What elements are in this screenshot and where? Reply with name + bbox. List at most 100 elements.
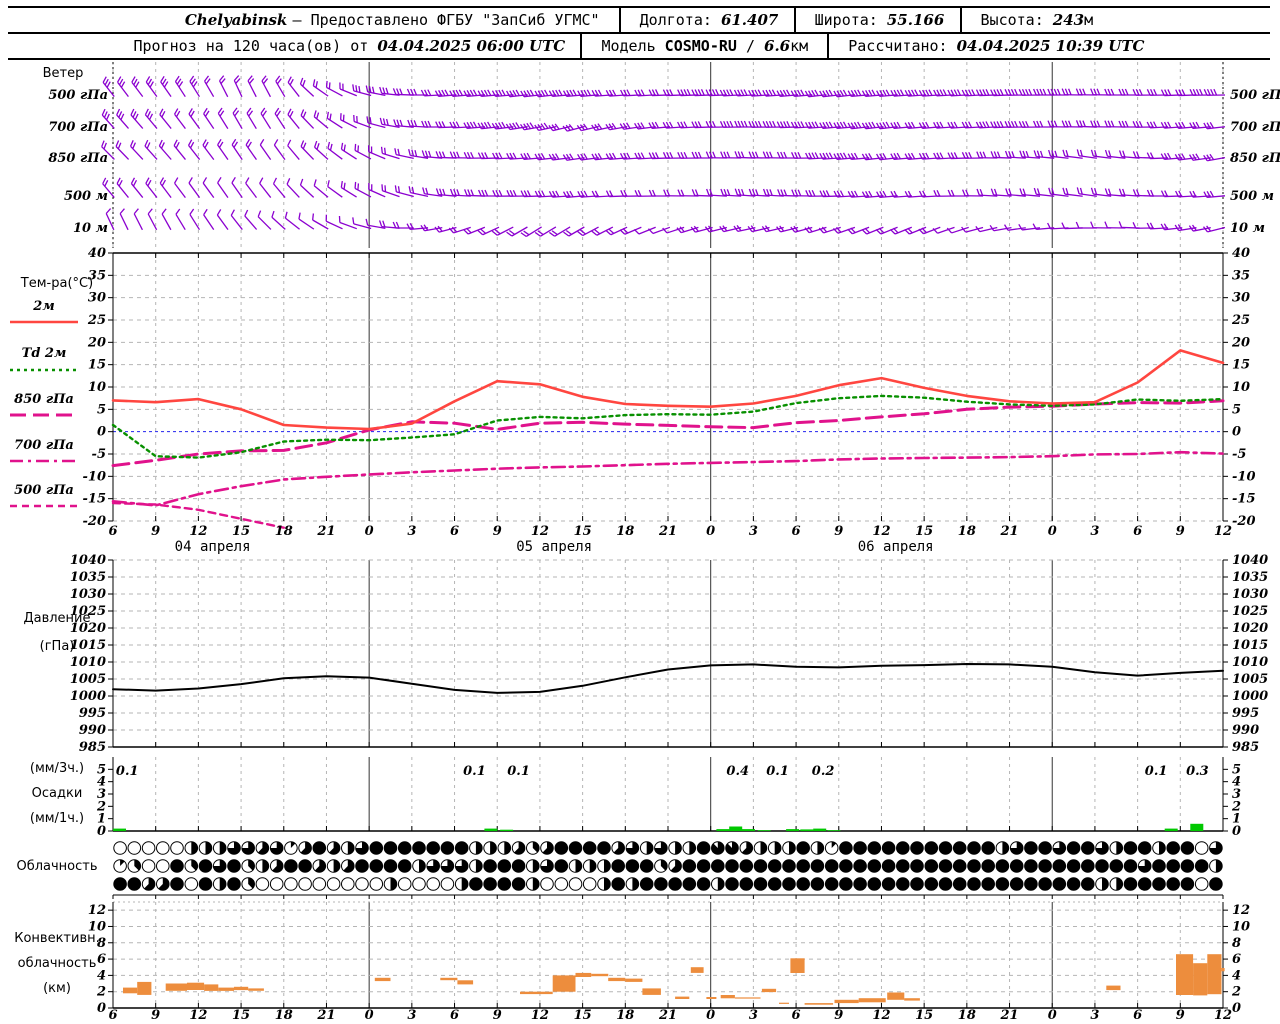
axis-label: 0 [97, 1001, 106, 1016]
axis-label: -20 [1232, 514, 1256, 529]
cloud-cover-symbol [440, 841, 455, 855]
convective-bar [204, 984, 219, 991]
axis-label: 15 [232, 1008, 250, 1023]
cloud-cover-symbol [1180, 859, 1195, 873]
convective-bar [123, 987, 138, 994]
axis-label: Облачность [16, 859, 97, 874]
axis-label: 6 [1133, 524, 1142, 539]
axis-label: 15 [88, 358, 106, 373]
axis-label: 3 [749, 1008, 758, 1023]
axis-label: 15 [574, 524, 592, 539]
cloud-cover-symbol [839, 859, 853, 873]
cloud-cover-symbol [810, 877, 825, 891]
cloud-cover-symbol [725, 877, 739, 891]
axis-label: 12 [88, 903, 106, 918]
axis-label: 700 гПа [48, 120, 108, 135]
axis-label: 6 [1133, 1008, 1142, 1023]
convective-bar [804, 1003, 834, 1005]
convective-bar [234, 986, 249, 991]
axis-label: -10 [83, 469, 107, 484]
axis-label: -5 [92, 447, 106, 462]
axis-label: 9 [493, 1008, 502, 1023]
axis-label: 10 [1232, 919, 1250, 934]
axis-label: 12 [1214, 1008, 1232, 1023]
axis-label: 1000 [1232, 689, 1268, 704]
axis-label: 700 гПа [14, 438, 74, 453]
axis-label: 1000 [70, 689, 106, 704]
cloud-cover-symbol [782, 877, 796, 891]
cloud-cover-symbol [995, 859, 1010, 873]
cloud-cover-symbol [767, 859, 782, 873]
axis-label: 1035 [70, 570, 106, 585]
cloud-cover-symbol [753, 877, 768, 891]
cloud-cover-symbol [440, 877, 455, 891]
convective-bar [706, 997, 717, 999]
cloud-cover-symbol [426, 877, 441, 891]
axis-label: 12 [531, 1008, 549, 1023]
precip-bar [742, 829, 755, 831]
temperature-series [111, 349, 1225, 529]
cloud-cover-symbol [696, 841, 711, 855]
cloud-cover-symbol [1024, 859, 1038, 873]
axis-label: 1010 [1232, 655, 1268, 670]
cloud-cover-symbol [1194, 877, 1209, 891]
cloud-cover-symbol [483, 877, 497, 891]
axis-label: 0.1 [766, 764, 789, 779]
cloud-cover-symbol [1009, 859, 1024, 873]
cloud-cover-symbol [540, 877, 554, 891]
axis-label: 1025 [1232, 604, 1268, 619]
axis-label: 990 [1232, 723, 1259, 738]
precip-bars [113, 823, 1204, 831]
cloud-cover-symbol [113, 859, 127, 873]
cloud-cover-symbol [938, 859, 953, 873]
axis-label: 06 апреля [858, 539, 934, 555]
cloud-cover-symbol [568, 877, 583, 891]
cloud-cover-symbol [198, 877, 213, 891]
cloud-cover-symbol [1166, 841, 1180, 855]
precip-bar [1164, 828, 1178, 831]
axis-label: 9 [493, 524, 502, 539]
convective-bar [642, 988, 661, 995]
cloud-cover-symbol [725, 859, 739, 873]
convective-bar [457, 980, 474, 985]
axis-label: 21 [999, 1008, 1018, 1023]
axis-label: -20 [83, 514, 107, 529]
cloud-cover-symbol [839, 841, 853, 855]
cloud-cover-symbol [938, 877, 953, 891]
axis-label: 0 [1232, 1001, 1241, 1016]
axis-label: 40 [88, 246, 106, 261]
convective-bar [887, 992, 905, 1000]
convective-bar [790, 958, 805, 973]
cloud-cover-symbol [1180, 841, 1195, 855]
axis-label: 30 [1232, 291, 1250, 306]
axis-label: -5 [1232, 447, 1246, 462]
axis-label: -10 [1232, 469, 1256, 484]
axis-label: 30 [88, 291, 106, 306]
axis-label: 10 [88, 380, 106, 395]
cloud-cover-symbol [1137, 841, 1152, 855]
axis-label: 500 гПа [14, 483, 74, 498]
axis-label: 9 [151, 1008, 160, 1023]
cloud-cover-symbol [938, 841, 953, 855]
axis-label: Тем-ра(°C) [20, 276, 93, 291]
cloud-cover-symbol [326, 877, 341, 891]
cloud-cover-symbol [796, 859, 811, 873]
convective-bar [374, 977, 391, 982]
axis-label: 0 [97, 425, 106, 440]
axis-label: 12 [189, 1008, 207, 1023]
cloud-cover-symbol [170, 859, 184, 873]
cloud-cover-symbol [1123, 859, 1138, 873]
cloud-cover-symbol [568, 841, 583, 855]
cloud-cover-symbol [967, 859, 981, 873]
axis-label: Осадки [32, 786, 83, 801]
cloud-cover-symbol [312, 877, 327, 891]
cloud-cover-symbol [1194, 859, 1209, 873]
axis-label: 500 гПа [1230, 88, 1280, 103]
axis-label: 21 [999, 524, 1018, 539]
cloud-cover-symbol [853, 859, 867, 873]
cloud-cover-symbol [1209, 877, 1223, 891]
convective-bar [137, 981, 152, 995]
cloud-cover-symbol [910, 841, 924, 855]
cloud-cover-symbol [298, 859, 312, 873]
cloud-cover-symbol [497, 877, 512, 891]
